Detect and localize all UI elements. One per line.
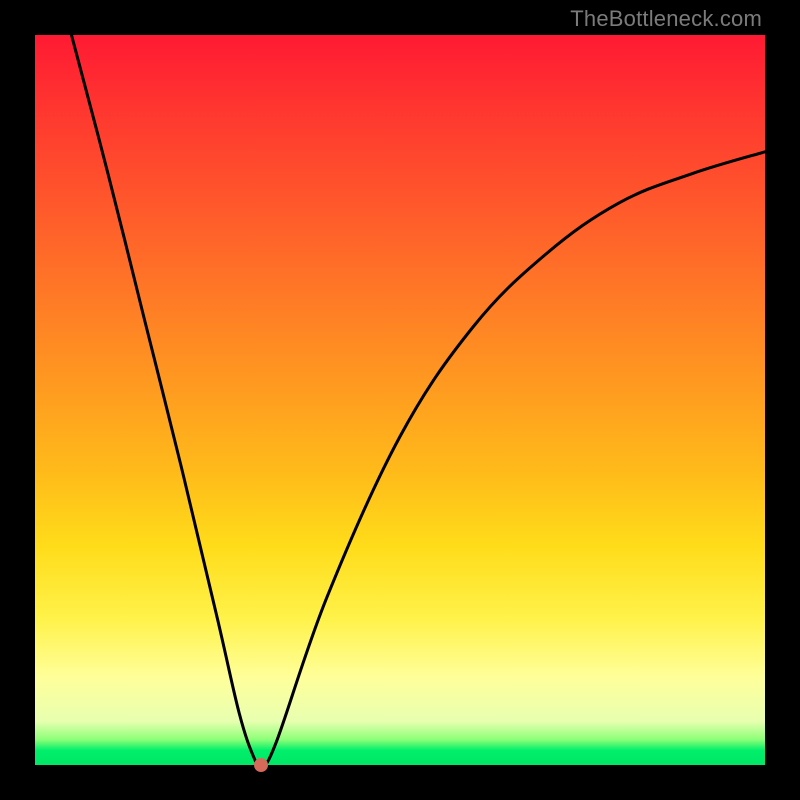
minimum-marker: [254, 758, 268, 772]
chart-frame: TheBottleneck.com: [0, 0, 800, 800]
bottleneck-curve-path: [72, 35, 766, 766]
plot-area: [35, 35, 765, 765]
watermark-text: TheBottleneck.com: [570, 6, 762, 32]
curve-svg: [35, 35, 765, 765]
